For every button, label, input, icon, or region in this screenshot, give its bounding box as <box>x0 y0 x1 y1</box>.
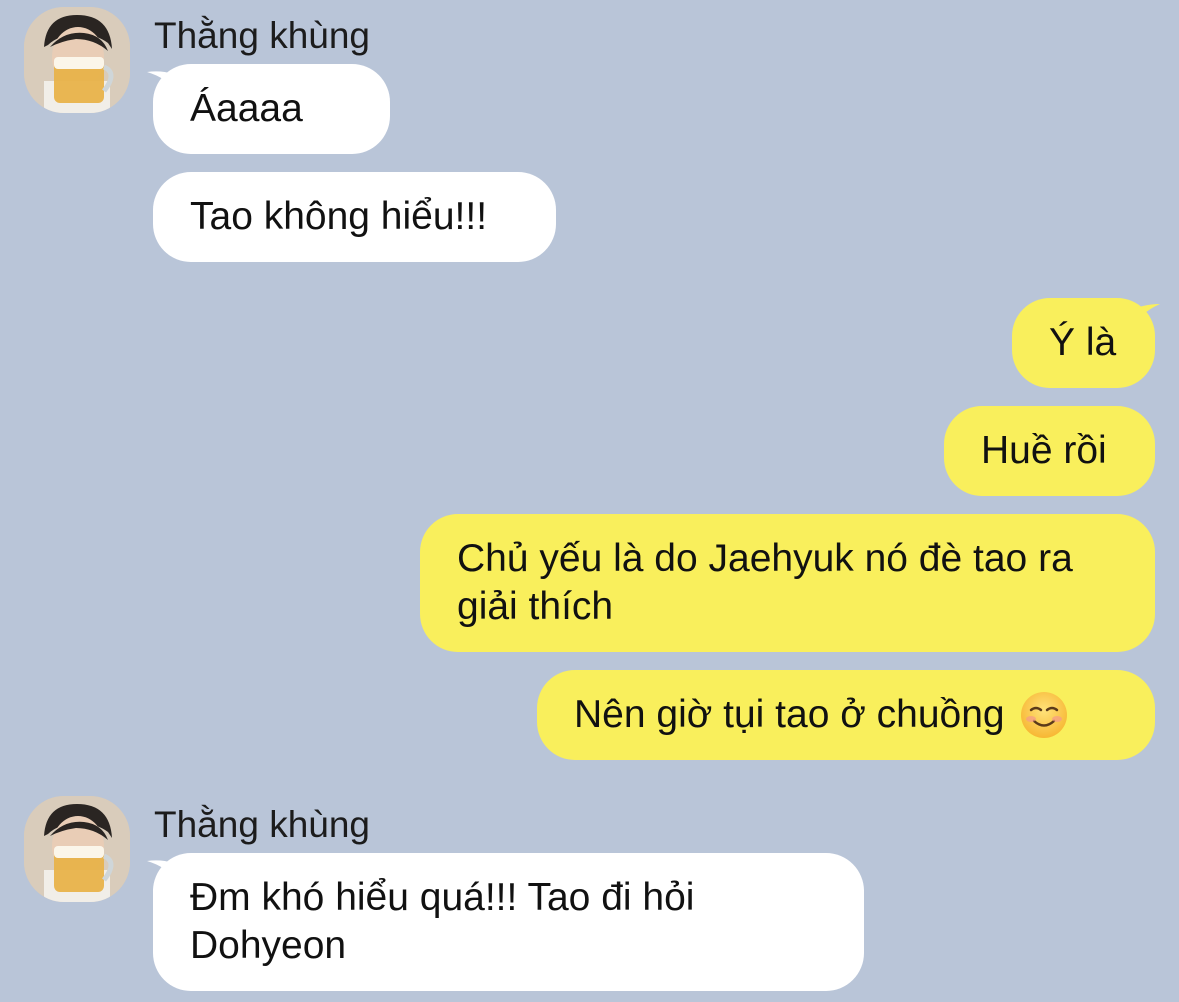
sender-name: Thằng khùng <box>154 15 371 56</box>
message-bubble[interactable]: Huề rồi <box>944 406 1155 496</box>
message-text: Ý là <box>1049 321 1117 364</box>
message-text: Tao không hiểu!!! <box>190 195 488 238</box>
message-text: Áaaaa <box>190 87 303 130</box>
avatar[interactable] <box>24 7 130 113</box>
message-bubble[interactable]: Tao không hiểu!!! <box>153 172 556 262</box>
message-text: Chủ yếu là do Jaehyuk nó đè tao ra giải … <box>457 537 1073 628</box>
smiling-face-icon <box>1019 690 1069 740</box>
message-text: Huề rồi <box>981 429 1107 472</box>
message-bubble[interactable]: Nên giờ tụi tao ở chuồng <box>537 670 1155 760</box>
sender-name: Thằng khùng <box>154 804 371 845</box>
message-bubble[interactable]: Đm khó hiểu quá!!! Tao đi hỏi Dohyeon <box>153 853 864 991</box>
avatar[interactable] <box>24 796 130 902</box>
message-bubble[interactable]: Áaaaa <box>153 64 390 154</box>
message-text: Đm khó hiểu quá!!! Tao đi hỏi Dohyeon <box>190 876 695 967</box>
message-bubble[interactable]: Chủ yếu là do Jaehyuk nó đè tao ra giải … <box>420 514 1155 652</box>
message-text: Nên giờ tụi tao ở chuồng <box>574 693 1005 736</box>
message-bubble[interactable]: Ý là <box>1012 298 1155 388</box>
